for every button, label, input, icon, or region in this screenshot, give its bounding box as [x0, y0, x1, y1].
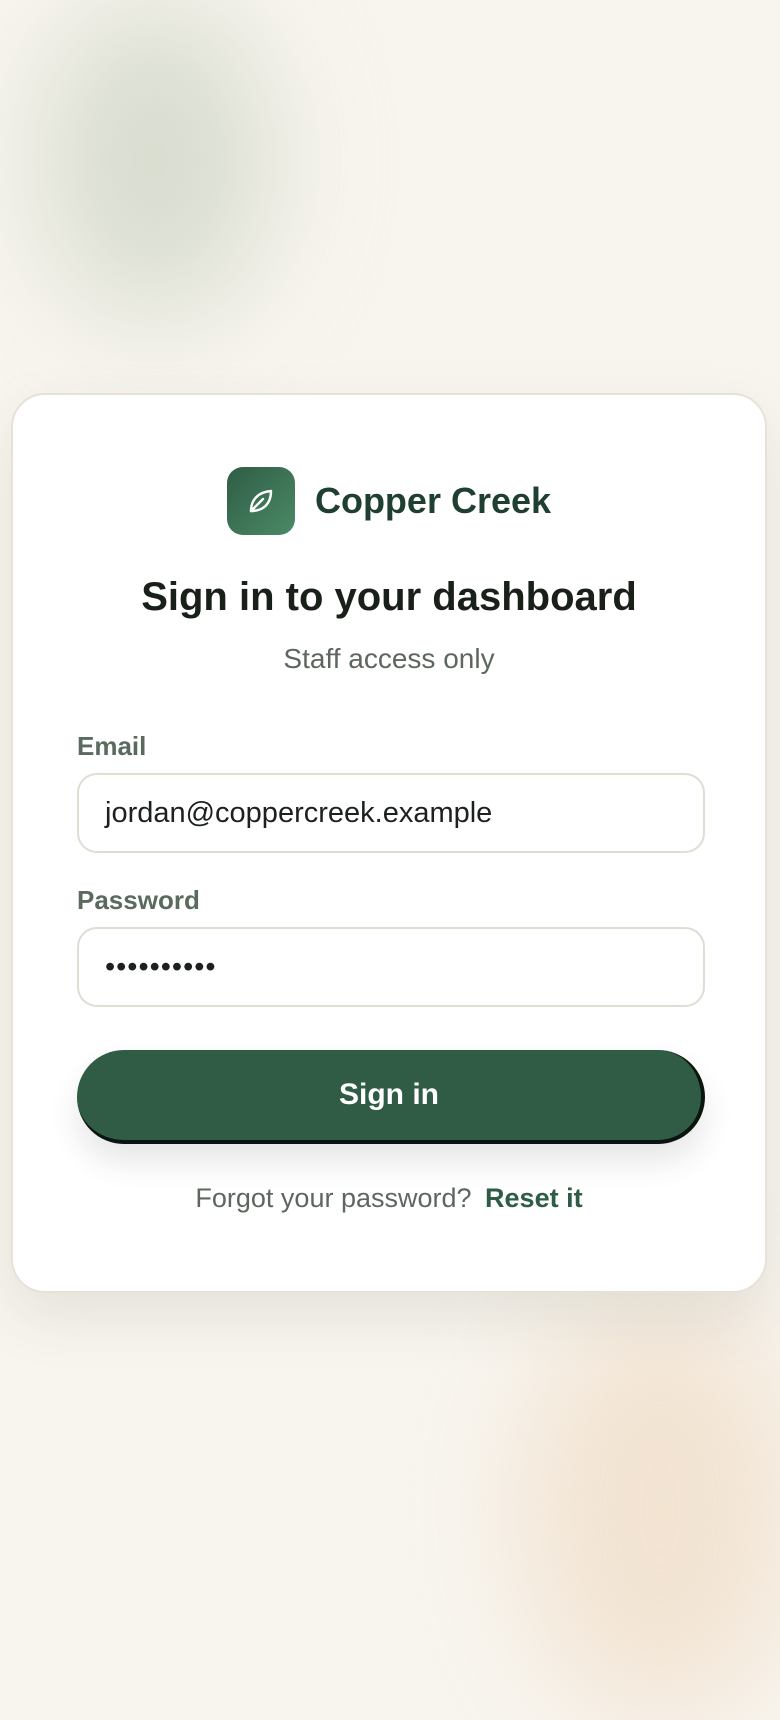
background-blob-top — [40, 0, 270, 320]
forgot-password-row: Forgot your password? Reset it — [13, 1183, 765, 1214]
brand-header: Copper Creek — [13, 467, 765, 535]
email-value: jordan@coppercreek.example — [105, 796, 493, 829]
brand-name: Copper Creek — [314, 480, 552, 521]
password-label: Password — [77, 885, 200, 915]
sign-in-label: Sign in — [339, 1078, 439, 1111]
page-subtitle: Staff access only — [283, 643, 495, 674]
reset-password-link[interactable]: Reset it — [485, 1183, 583, 1213]
sign-in-button[interactable]: Sign in — [77, 1050, 705, 1144]
password-value: •••••••••• — [105, 950, 217, 983]
login-card: Copper Creek Sign in to your dashboard S… — [11, 393, 767, 1293]
background-blob-bottom — [520, 1300, 780, 1720]
email-field[interactable]: jordan@coppercreek.example — [77, 773, 705, 853]
leaf-icon — [226, 467, 295, 535]
page-title: Sign in to your dashboard — [141, 575, 637, 619]
forgot-password-text: Forgot your password? — [195, 1183, 472, 1213]
email-label: Email — [77, 731, 147, 761]
password-field[interactable]: •••••••••• — [77, 927, 705, 1007]
